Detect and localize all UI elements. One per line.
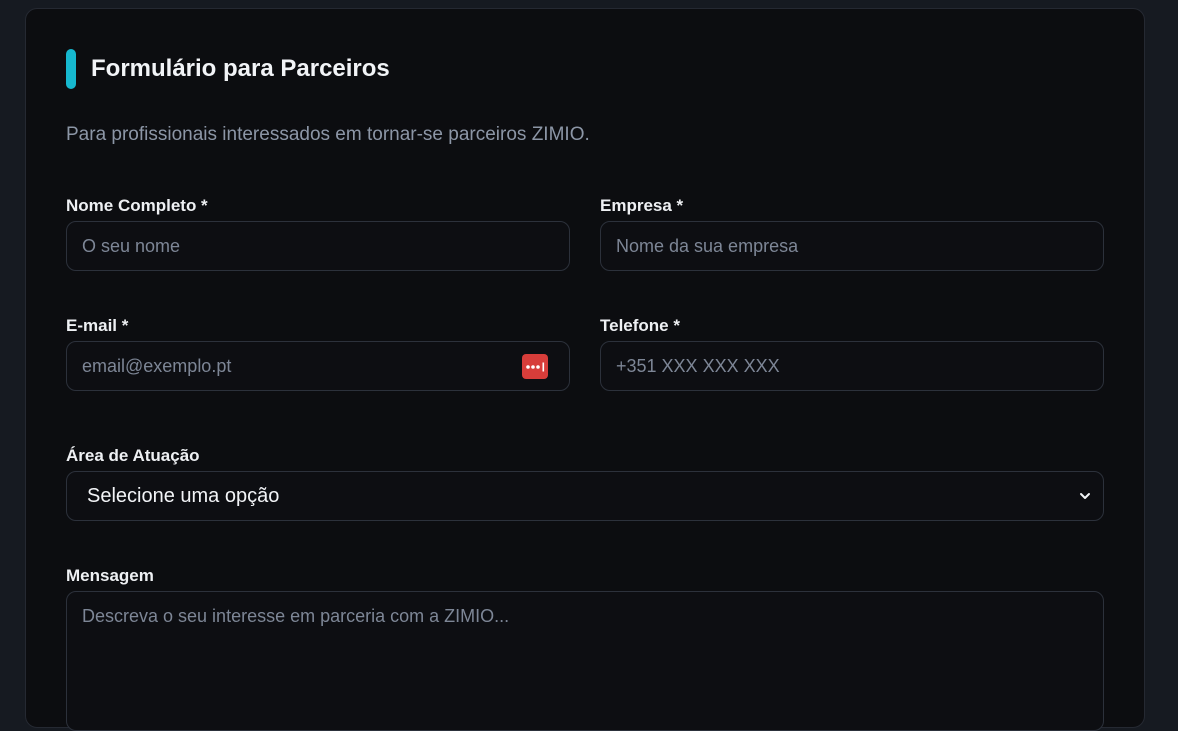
- name-label: Nome Completo *: [66, 196, 208, 215]
- partner-form-card: Formulário para Parceiros Para profissio…: [25, 8, 1145, 731]
- password-manager-icon[interactable]: [522, 354, 548, 379]
- company-label: Empresa *: [600, 196, 684, 215]
- email-placeholder: email@exemplo.pt: [82, 355, 232, 376]
- message-label: Mensagem: [66, 566, 154, 585]
- message-placeholder: Descreva o seu interesse em parceria com…: [82, 606, 510, 626]
- company-input[interactable]: Nome da sua empresa: [600, 221, 1104, 271]
- chevron-down-icon: [1080, 493, 1090, 499]
- form-subtitle: Para profissionais interessados em torna…: [66, 124, 590, 145]
- message-textarea[interactable]: Descreva o seu interesse em parceria com…: [66, 591, 1104, 731]
- phone-placeholder: +351 XXX XXX XXX: [616, 355, 780, 376]
- form-header: Formulário para Parceiros: [66, 49, 390, 89]
- area-field: Área de Atuação Selecione uma opção: [66, 445, 1104, 521]
- title-accent-bar: [66, 49, 76, 89]
- company-placeholder: Nome da sua empresa: [616, 235, 799, 256]
- form-title: Formulário para Parceiros: [91, 55, 390, 82]
- email-field: E-mail * email@exemplo.pt: [66, 315, 570, 391]
- area-select[interactable]: Selecione uma opção: [66, 471, 1104, 521]
- area-selected-value: Selecione uma opção: [87, 484, 280, 507]
- message-field: Mensagem Descreva o seu interesse em par…: [66, 565, 1104, 731]
- name-field: Nome Completo * O seu nome: [66, 195, 570, 271]
- email-label: E-mail *: [66, 316, 129, 335]
- area-label: Área de Atuação: [66, 446, 200, 465]
- company-field: Empresa * Nome da sua empresa: [600, 195, 1104, 271]
- phone-field: Telefone * +351 XXX XXX XXX: [600, 315, 1104, 391]
- email-input[interactable]: email@exemplo.pt: [66, 341, 570, 391]
- name-input[interactable]: O seu nome: [66, 221, 570, 271]
- phone-label: Telefone *: [600, 316, 680, 335]
- phone-input[interactable]: +351 XXX XXX XXX: [600, 341, 1104, 391]
- name-placeholder: O seu nome: [82, 235, 181, 256]
